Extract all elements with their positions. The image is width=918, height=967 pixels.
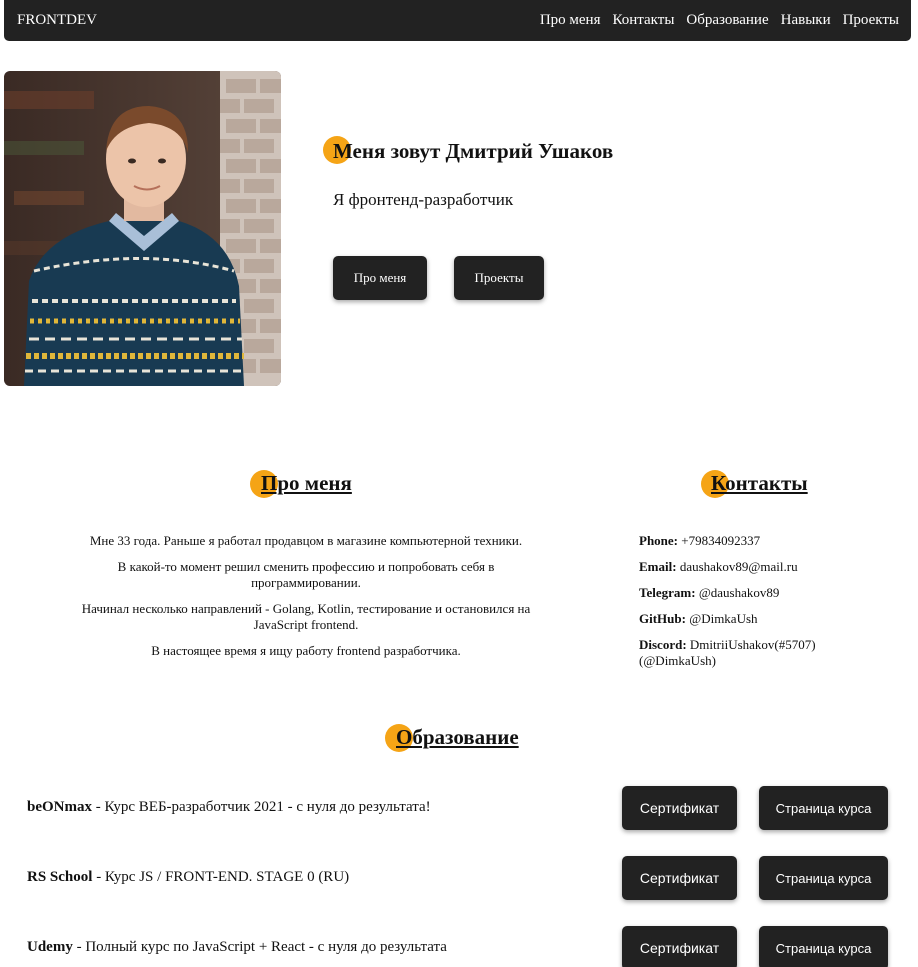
- contact-label: Discord:: [639, 637, 687, 652]
- course-school: beONmax: [27, 799, 92, 815]
- contact-email: Email: daushakov89@mail.ru: [639, 559, 849, 575]
- nav-link-skills[interactable]: Навыки: [781, 12, 831, 29]
- projects-button[interactable]: Проекты: [454, 256, 544, 300]
- contact-value[interactable]: @daushakov89: [699, 585, 780, 600]
- course-description: - Курс JS / FRONT-END. STAGE 0 (RU): [92, 869, 350, 885]
- course-row: beONmax - Курс ВЕБ-разработчик 2021 - с …: [27, 799, 431, 816]
- contact-value[interactable]: daushakov89@mail.ru: [680, 559, 798, 574]
- about-paragraph: Мне 33 года. Раньше я работал продавцом …: [89, 533, 523, 548]
- education-section-title: Образование: [396, 725, 519, 749]
- contact-phone: Phone: +79834092337: [639, 533, 849, 549]
- brand-logo[interactable]: FRONTDEV: [17, 12, 97, 29]
- course-description: - Полный курс по JavaScript + React - с …: [72, 939, 447, 955]
- contact-discord: Discord: DmitriiUshakov(#5707) (@DimkaUs…: [639, 637, 849, 669]
- course-row: RS School - Курс JS / FRONT-END. STAGE 0…: [27, 869, 349, 886]
- course-page-button[interactable]: Страница курса: [759, 786, 888, 830]
- about-paragraph: В настоящее время я ищу работу frontend …: [151, 643, 461, 658]
- course-description: - Курс ВЕБ-разработчик 2021 - с нуля до …: [92, 799, 431, 815]
- contact-github: GitHub: @DimkaUsh: [639, 611, 849, 627]
- hero-subtitle: Я фронтенд-разработчик: [333, 190, 514, 209]
- course-page-button[interactable]: Страница курса: [759, 856, 888, 900]
- certificate-button[interactable]: Сертификат: [622, 856, 737, 900]
- contact-label: GitHub:: [639, 611, 686, 626]
- navbar: FRONTDEV Про меня Контакты Образование Н…: [4, 0, 911, 41]
- nav-links: Про меня Контакты Образование Навыки Про…: [540, 12, 899, 29]
- contact-telegram: Telegram: @daushakov89: [639, 585, 849, 601]
- course-row: Udemy - Полный курс по JavaScript + Reac…: [27, 939, 447, 956]
- about-me-button[interactable]: Про меня: [333, 256, 427, 300]
- nav-link-projects[interactable]: Проекты: [843, 12, 899, 29]
- contact-label: Email:: [639, 559, 677, 574]
- nav-link-education[interactable]: Образование: [686, 12, 768, 29]
- contacts-section-title: Контакты: [711, 471, 808, 495]
- about-paragraph: В какой-то момент решил сменить професси…: [117, 559, 495, 590]
- profile-photo: [4, 71, 281, 386]
- about-section-title: Про меня: [261, 471, 352, 495]
- course-school: Udemy: [27, 939, 73, 955]
- hero-title: Меня зовут Дмитрий Ушаков: [333, 139, 614, 163]
- course-school: RS School: [27, 869, 93, 885]
- contact-value[interactable]: @DimkaUsh: [689, 611, 757, 626]
- nav-link-about[interactable]: Про меня: [540, 12, 601, 29]
- certificate-button[interactable]: Сертификат: [622, 926, 737, 967]
- contacts-list: Phone: +79834092337 Email: daushakov89@m…: [639, 533, 849, 679]
- certificate-button[interactable]: Сертификат: [622, 786, 737, 830]
- about-text: Мне 33 года. Раньше я работал продавцом …: [74, 533, 538, 669]
- contact-label: Telegram:: [639, 585, 696, 600]
- contact-value[interactable]: +79834092337: [681, 533, 760, 548]
- about-paragraph: Начинал несколько направлений - Golang, …: [81, 601, 531, 632]
- nav-link-contacts[interactable]: Контакты: [613, 12, 675, 29]
- course-page-button[interactable]: Страница курса: [759, 926, 888, 967]
- contact-label: Phone:: [639, 533, 678, 548]
